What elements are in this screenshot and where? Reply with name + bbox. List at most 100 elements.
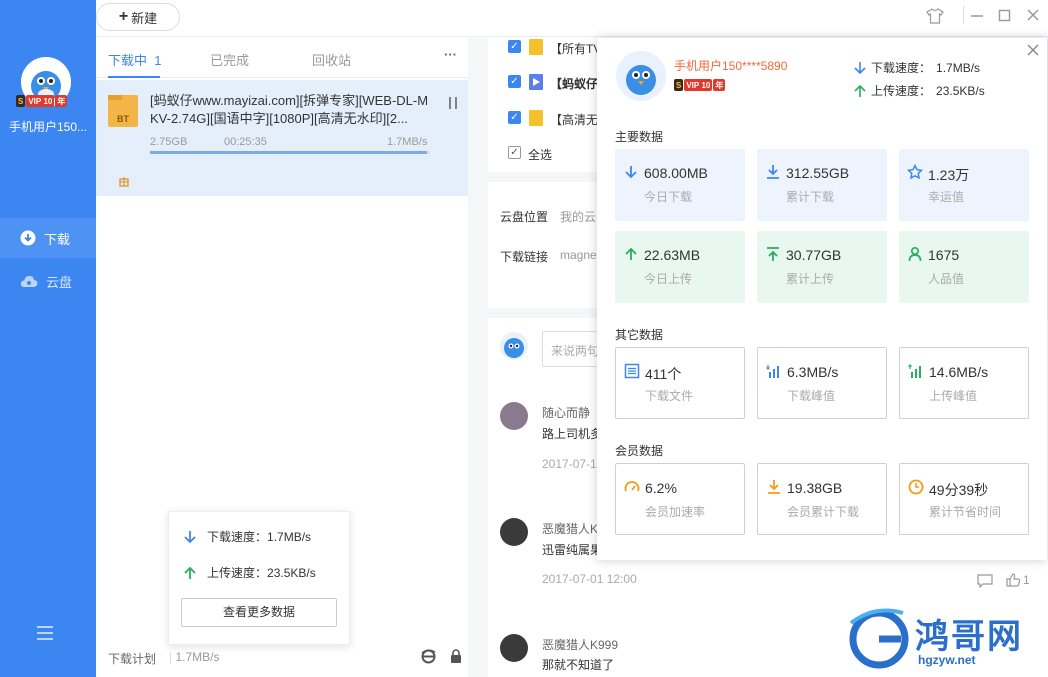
task-title: [蚂蚁仔www.mayizai.com][拆弹专家][WEB-DL-MKV-2.… [150, 93, 429, 126]
stat-label: 累计下载 [786, 190, 835, 204]
value: 1.7MB/s [267, 530, 312, 544]
avatar [616, 51, 666, 101]
watermark-url: hgzyw.net [918, 653, 976, 667]
cloud-location-label: 云盘位置 [500, 210, 549, 224]
tab-recycle[interactable]: 回收站 [312, 50, 351, 69]
lock-icon[interactable] [450, 649, 462, 666]
progress-bar [150, 151, 430, 154]
bottom-bar: 下载计划 | 1.7MB/s [96, 640, 468, 677]
new-task-button[interactable]: + 新建 [96, 3, 180, 31]
comment-text: 迅雷纯属果 [542, 543, 603, 557]
stat-label: 下载文件 [645, 389, 694, 403]
stat-value: 22.63MB [644, 247, 701, 263]
task-speed: 1.7MB/s [387, 136, 428, 148]
cloud-location-value[interactable]: 我的云 [560, 208, 596, 225]
file-type: BT [117, 114, 129, 124]
browser-icon[interactable] [421, 649, 436, 667]
file-name: 【所有TV [550, 42, 602, 56]
cloud-icon [20, 276, 38, 287]
tab-label: 下载中 [108, 53, 148, 68]
username[interactable]: 手机用户150... [0, 118, 96, 135]
value: 23.5KB/s [936, 83, 985, 98]
file-icon [529, 110, 543, 126]
lightning-icon: S [674, 79, 684, 91]
file-checkbox[interactable]: ✓ [508, 40, 521, 53]
comment-author[interactable]: 恶魔猎人K999 [542, 636, 618, 653]
reply-icon[interactable] [977, 574, 993, 591]
more-data-button[interactable]: 查看更多数据 [181, 598, 337, 627]
download-tray-icon [767, 165, 779, 179]
comment-time: 2017-07-1 [542, 457, 597, 471]
tab-downloading[interactable]: 下载中 1 [108, 50, 161, 69]
stat-member-speedup: 6.2% 会员加速率 [615, 463, 745, 535]
bar-chart-up-icon [908, 364, 921, 378]
plus-icon: + [118, 8, 129, 25]
download-link-label: 下载链接 [500, 250, 549, 264]
list-icon [624, 363, 640, 379]
maximize-icon[interactable] [998, 8, 1012, 25]
arrow-down-icon [854, 61, 866, 74]
select-all-checkbox[interactable]: ✓ [508, 146, 521, 159]
avatar [500, 402, 528, 430]
stat-total-upload: 30.77GB 累计上传 [757, 231, 887, 303]
like-button[interactable]: 1 [1006, 573, 1030, 587]
download-plan-link[interactable]: 下载计划 [108, 650, 156, 667]
stat-label: 累计节省时间 [929, 505, 1002, 519]
download-task[interactable]: BT [蚂蚁仔www.mayizai.com][拆弹专家][WEB-DL-MKV… [96, 80, 468, 196]
person-icon [908, 246, 922, 262]
comment-text: 那就不知道了 [542, 658, 615, 672]
other-data-header: 其它数据 [615, 328, 664, 342]
avatar [500, 518, 528, 546]
comment-author[interactable]: 随心而静 [542, 404, 590, 421]
thumbs-up-icon [1006, 573, 1020, 587]
bar-chart-down-icon [766, 365, 779, 378]
file-name: 【蚂蚁仔 [550, 77, 599, 91]
stat-label: 会员加速率 [645, 505, 706, 519]
speed-download-row: 下载速度：1.7MB/s [183, 528, 311, 545]
stat-time-saved: 49分39秒 累计节省时间 [899, 463, 1029, 535]
avatar [500, 332, 528, 360]
sidebar-item-cloud[interactable]: 云盘 [0, 261, 96, 301]
download-link-value[interactable]: magne [560, 248, 597, 262]
vip-badge: S VIP 10 年 [674, 79, 726, 91]
minimize-icon[interactable] [970, 8, 984, 25]
download-tabs: 下载中 1 已完成 回收站 ··· [96, 38, 468, 78]
lightning-icon: S [16, 95, 26, 107]
stat-files: 411个 下载文件 [615, 347, 745, 419]
pause-icon[interactable] [448, 96, 458, 113]
sidebar-item-download[interactable]: 下载 [0, 218, 96, 258]
watermark-logo: 鸿哥网 hgzyw.net [845, 605, 1045, 675]
app-window: S VIP 10 年 手机用户150... 下载 云盘 + 新建 下载中 1 已… [0, 0, 1048, 677]
stat-value: 608.00MB [644, 165, 708, 181]
vip-level-number: 10 [701, 80, 711, 90]
stat-member-download: 19.38GB 会员累计下载 [757, 463, 887, 535]
member-data-header: 会员数据 [615, 444, 664, 458]
star-icon [907, 164, 923, 180]
speed-popup: 下载速度：1.7MB/s 上传速度：23.5KB/s 查看更多数据 [168, 511, 350, 645]
sidebar-item-label: 下载 [44, 231, 71, 247]
stat-upload-peak: 14.6MB/s 上传峰值 [899, 347, 1029, 419]
tab-completed[interactable]: 已完成 [210, 50, 249, 69]
stat-value: 19.38GB [787, 480, 843, 496]
select-all-label: 全选 [528, 148, 553, 162]
speed-upload-row: 上传速度：23.5KB/s [183, 564, 316, 581]
sidebar: S VIP 10 年 手机用户150... 下载 云盘 [0, 0, 96, 677]
skin-icon[interactable] [926, 8, 944, 27]
close-icon[interactable] [1026, 8, 1040, 25]
peer-icon [118, 176, 130, 191]
stat-value: 1.23万 [928, 167, 970, 183]
file-list: ✓ 【所有TV ✓ 【蚂蚁仔 ✓ 【高清无 ✓ 全选 [488, 38, 608, 172]
stat-total-download: 312.55GB 累计下载 [757, 149, 887, 221]
video-file-icon [529, 74, 543, 90]
more-icon[interactable]: ··· [444, 47, 457, 62]
file-checkbox[interactable]: ✓ [508, 75, 521, 88]
file-checkbox[interactable]: ✓ [508, 111, 521, 124]
close-icon[interactable] [1027, 43, 1039, 61]
comment-author[interactable]: 恶魔猎人K [542, 520, 598, 537]
gauge-icon [624, 481, 640, 492]
download-tray-icon [768, 480, 780, 494]
arrow-up-icon [854, 84, 866, 97]
hamburger-icon[interactable] [37, 626, 53, 643]
label: 下载速度： [207, 530, 268, 544]
new-task-label: 新建 [131, 10, 158, 26]
